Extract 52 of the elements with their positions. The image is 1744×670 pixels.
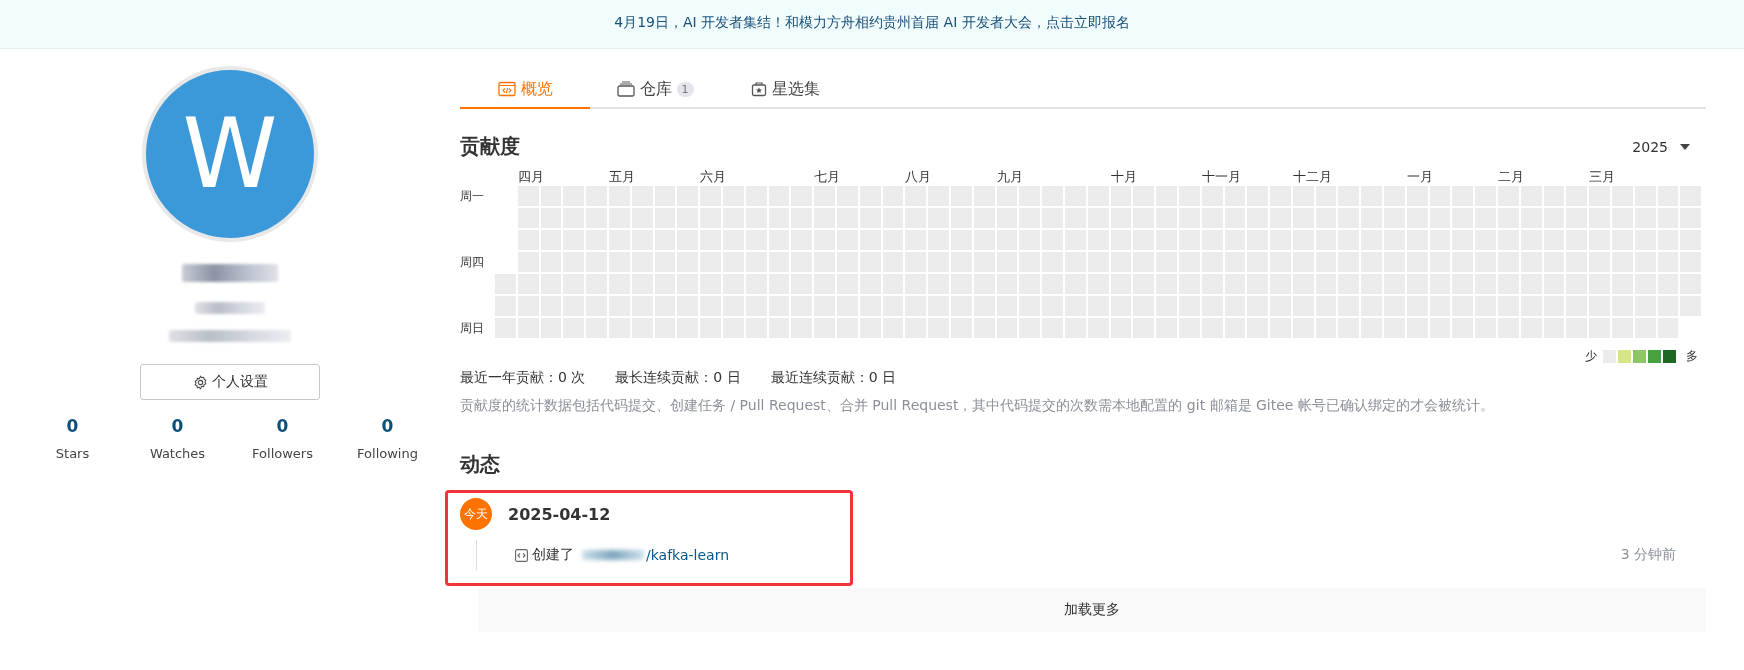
summary-text: 最长连续贡献：0 日 xyxy=(615,369,741,387)
caret-icon xyxy=(1680,143,1690,150)
stat-count[interactable]: 0 xyxy=(66,416,79,436)
settings-icon xyxy=(192,374,208,390)
month-label: 七月 xyxy=(814,168,842,186)
year-dropdown[interactable]: 2025 xyxy=(1632,138,1690,155)
stat-count[interactable]: 0 xyxy=(171,416,184,436)
redacted-text xyxy=(582,550,644,560)
event-text: 创建了 xyxy=(532,546,574,564)
load-more-button[interactable]: 加载更多 xyxy=(478,588,1706,632)
summary-text: 最近连续贡献：0 日 xyxy=(770,369,897,387)
stat-label[interactable]: Stars xyxy=(55,446,90,461)
summary-text: 最近一年贡献：0 次 xyxy=(460,369,586,387)
event-time: 3 分钟前 xyxy=(1620,546,1676,564)
month-label: 三月 xyxy=(1589,168,1617,186)
settings-button[interactable]: 个人设置 xyxy=(140,364,320,400)
month-label: 一月 xyxy=(1406,168,1434,186)
legend-label: 少 xyxy=(1585,348,1597,365)
redacted-text xyxy=(195,302,265,314)
section-heading: 动态 xyxy=(460,451,501,478)
stat-label[interactable]: Followers xyxy=(252,446,313,461)
weekday-label: 周日 xyxy=(460,319,485,337)
section-heading: 贡献度 xyxy=(460,133,520,160)
month-label: 十一月 xyxy=(1201,168,1242,186)
stat-count[interactable]: 0 xyxy=(381,416,394,436)
month-label: 四月 xyxy=(517,168,545,186)
code-icon xyxy=(515,548,528,562)
stat-count[interactable]: 0 xyxy=(276,416,289,436)
announcement-banner[interactable]: 4月19日，AI 开发者集结！和模力方舟相约贵州首届 AI 开发者大会，点击立即报名 xyxy=(0,0,1744,49)
avatar: W xyxy=(142,66,318,242)
activity-date: 2025-04-12 xyxy=(508,504,611,524)
code-window-icon xyxy=(497,81,516,97)
repo-link[interactable]: /kafka-learn xyxy=(646,547,730,563)
month-label: 五月 xyxy=(609,168,636,186)
stack-icon xyxy=(616,81,635,97)
month-label: 十二月 xyxy=(1292,168,1333,186)
day-badge: 今天 xyxy=(460,498,492,530)
month-label: 十月 xyxy=(1110,168,1138,186)
note-text: 贡献度的统计数据包括代码提交、创建任务 / Pull Request、合并 Pull Request，其中代码提交的次数需本地配置的 git 邮箱是 Gitee 帐号已确认绑定的才会被统计。 xyxy=(460,397,1495,415)
legend-label: 多 xyxy=(1686,348,1698,365)
stat-label[interactable]: Watches xyxy=(149,446,206,461)
stat-label[interactable]: Following xyxy=(357,446,418,461)
weekday-label: 周四 xyxy=(460,253,485,271)
tab[interactable]: 星选集 xyxy=(720,71,850,109)
weekday-label: 周一 xyxy=(460,187,485,205)
month-label: 六月 xyxy=(700,168,728,186)
month-label: 八月 xyxy=(905,168,933,186)
tab[interactable]: 仓库 1 xyxy=(590,71,720,109)
month-label: 二月 xyxy=(1498,168,1526,186)
star-box-icon xyxy=(750,81,767,97)
count-badge: 1 xyxy=(676,81,694,97)
month-label: 九月 xyxy=(996,168,1024,186)
